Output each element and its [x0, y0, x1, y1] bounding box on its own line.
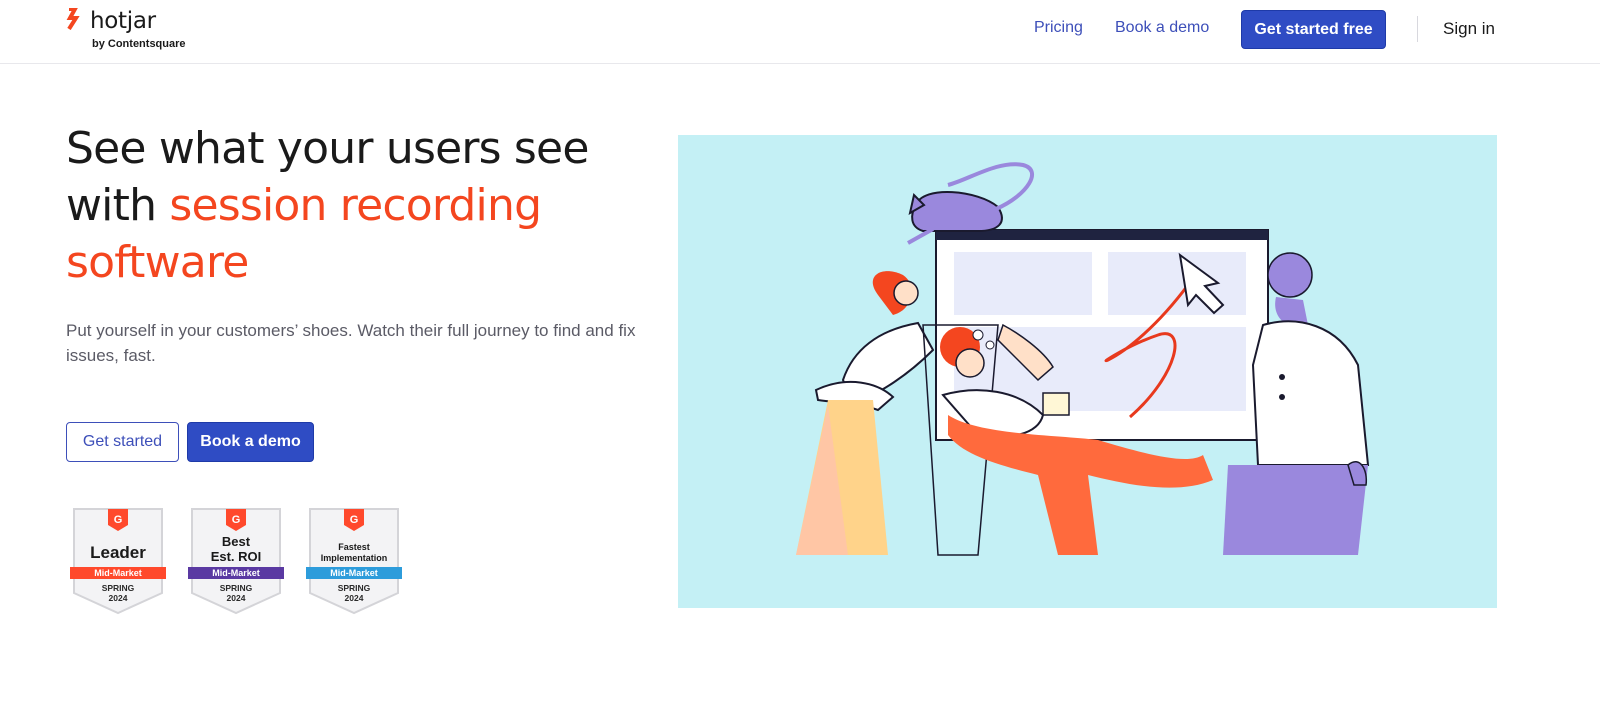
- badge-season: SPRING 2024: [188, 583, 284, 603]
- site-header: hotjar by Contentsquare Pricing Book a d…: [0, 0, 1600, 64]
- g2-badge-fastest-implementation: G Fastest Implementation Mid-Market SPRI…: [306, 507, 402, 615]
- get-started-button[interactable]: Get started: [66, 422, 179, 462]
- hero-subtext: Put yourself in your customers’ shoes. W…: [66, 321, 636, 365]
- sign-in-link[interactable]: Sign in: [1443, 19, 1495, 39]
- hero-headline: See what your users see with session rec…: [66, 120, 646, 291]
- badge-title: Leader: [90, 543, 146, 562]
- nav-book-demo-link[interactable]: Book a demo: [1115, 19, 1209, 37]
- badge-season-year: 2024: [344, 592, 364, 603]
- badge-title: Fastest Implementation: [306, 542, 402, 564]
- get-started-free-button[interactable]: Get started free: [1241, 10, 1386, 49]
- logo-wordmark: hotjar: [90, 8, 156, 34]
- badge-band: Mid-Market: [188, 567, 284, 579]
- badge-band: Mid-Market: [70, 567, 166, 579]
- badge-title-line1: Fastest: [338, 542, 370, 552]
- svg-text:G: G: [114, 514, 123, 526]
- hotjar-logo-icon: [66, 8, 80, 30]
- badge-season-year: 2024: [226, 592, 246, 603]
- svg-text:G: G: [232, 514, 241, 526]
- g2-badge-best-roi: G Best Est. ROI Mid-Market SPRING 2024: [188, 507, 284, 615]
- nav-pricing-link[interactable]: Pricing: [1034, 19, 1083, 37]
- svg-text:G: G: [350, 514, 359, 526]
- badge-title-line2: Implementation: [320, 553, 388, 563]
- badge-season: SPRING 2024: [306, 583, 402, 603]
- session-recording-illustration: [678, 135, 1497, 608]
- logo-subtitle: by Contentsquare: [92, 38, 186, 50]
- badge-band: Mid-Market: [306, 567, 402, 579]
- badge-title-line2: Est. ROI: [210, 549, 262, 564]
- nav-divider: [1417, 16, 1418, 42]
- badge-title: Best Est. ROI: [188, 534, 284, 564]
- g2-badge-leader: G Leader Mid-Market SPRING 2024: [70, 507, 166, 615]
- badge-title-line1: Best: [221, 534, 251, 549]
- hotjar-logo[interactable]: hotjar by Contentsquare: [66, 6, 206, 56]
- badge-season-year: 2024: [108, 592, 128, 603]
- book-demo-button[interactable]: Book a demo: [187, 422, 314, 462]
- badge-season: SPRING 2024: [70, 583, 166, 603]
- illustration-svg: [796, 162, 1370, 556]
